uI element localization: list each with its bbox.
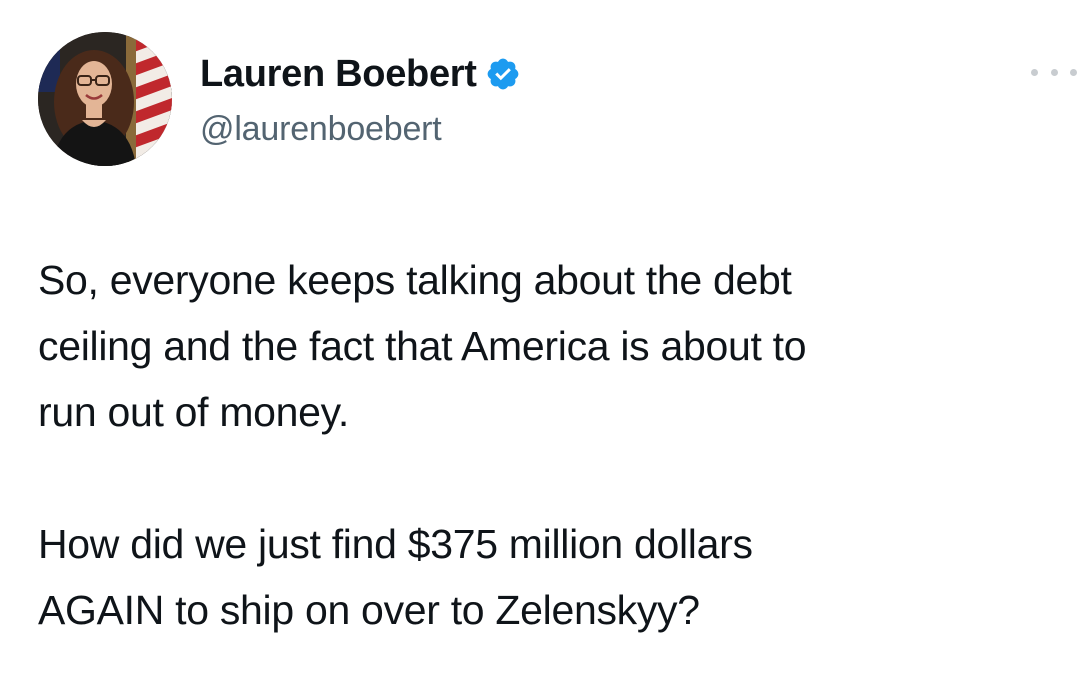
tweet-text: So, everyone keeps talking about the deb… bbox=[38, 247, 1068, 643]
display-name[interactable]: Lauren Boebert bbox=[200, 53, 477, 96]
more-options-icon[interactable] bbox=[1031, 62, 1077, 82]
author-handle[interactable]: @laurenboebert bbox=[200, 110, 442, 149]
verified-badge-icon[interactable] bbox=[485, 56, 521, 92]
tweet-paragraph: So, everyone keeps talking about the deb… bbox=[38, 257, 807, 435]
tweet-paragraph: How did we just find $375 million dollar… bbox=[38, 521, 753, 633]
author-name-row: Lauren Boebert bbox=[200, 52, 521, 96]
tweet-card: Lauren Boebert @laurenboebert So, everyo… bbox=[0, 0, 1083, 696]
more-dot bbox=[1050, 68, 1058, 76]
more-dot bbox=[1031, 68, 1038, 76]
more-dot bbox=[1070, 68, 1077, 76]
avatar[interactable] bbox=[38, 32, 172, 166]
avatar-image bbox=[38, 32, 172, 166]
